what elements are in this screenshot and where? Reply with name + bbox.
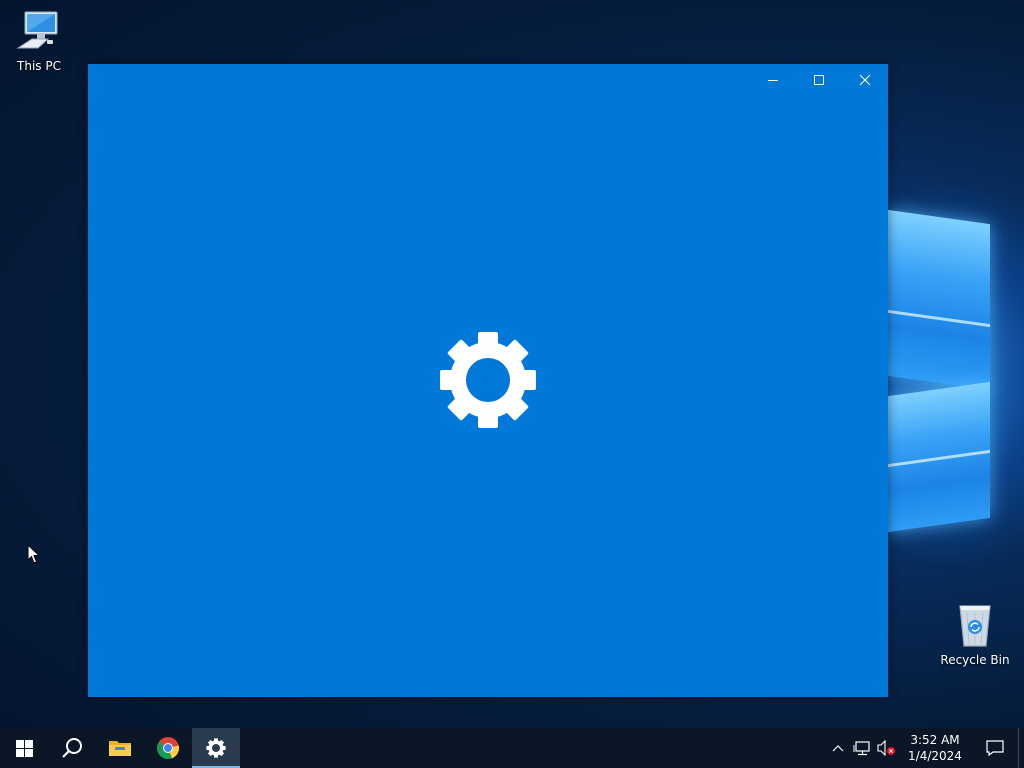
desktop-icon-recycle-bin[interactable]: Recycle Bin (939, 600, 1011, 667)
close-button[interactable] (842, 64, 888, 96)
notification-icon (986, 740, 1004, 756)
window-title-bar (750, 64, 888, 96)
maximize-button[interactable] (796, 64, 842, 96)
computer-icon (16, 11, 58, 49)
clock-time: 3:52 AM (910, 733, 960, 747)
chrome-icon (157, 737, 180, 759)
system-tray: 3:52 AM 1/4/2024 (826, 728, 1024, 768)
start-button[interactable] (0, 728, 48, 768)
maximize-icon (814, 75, 824, 85)
recycle-bin-icon (959, 605, 991, 647)
action-center-button[interactable] (972, 728, 1018, 768)
volume-muted-icon (877, 740, 895, 756)
desktop-icon-label: This PC (17, 59, 61, 73)
close-icon (859, 74, 871, 86)
taskbar-settings[interactable] (192, 728, 240, 768)
search-icon (62, 738, 82, 758)
windows-logo-icon (15, 739, 33, 757)
folder-icon (109, 741, 131, 756)
settings-window[interactable] (88, 64, 888, 697)
clock-date: 1/4/2024 (908, 749, 962, 763)
taskbar-clock[interactable]: 3:52 AM 1/4/2024 (904, 732, 966, 764)
minimize-button[interactable] (750, 64, 796, 96)
desktop-icon-label: Recycle Bin (940, 653, 1010, 667)
minimize-icon (768, 80, 778, 81)
gear-icon (440, 332, 536, 428)
taskbar: 3:52 AM 1/4/2024 (0, 728, 1024, 768)
volume-button[interactable] (874, 728, 898, 768)
desktop-icon-this-pc[interactable]: This PC (3, 10, 75, 73)
show-desktop-button[interactable] (1018, 728, 1024, 768)
taskbar-chrome[interactable] (144, 728, 192, 768)
network-status-button[interactable] (850, 728, 874, 768)
mouse-cursor-icon (27, 544, 41, 564)
taskbar-file-explorer[interactable] (96, 728, 144, 768)
show-hidden-icons-button[interactable] (826, 728, 850, 768)
chevron-up-icon (832, 745, 844, 752)
network-icon (853, 741, 870, 756)
search-button[interactable] (48, 728, 96, 768)
gear-icon (206, 738, 226, 758)
